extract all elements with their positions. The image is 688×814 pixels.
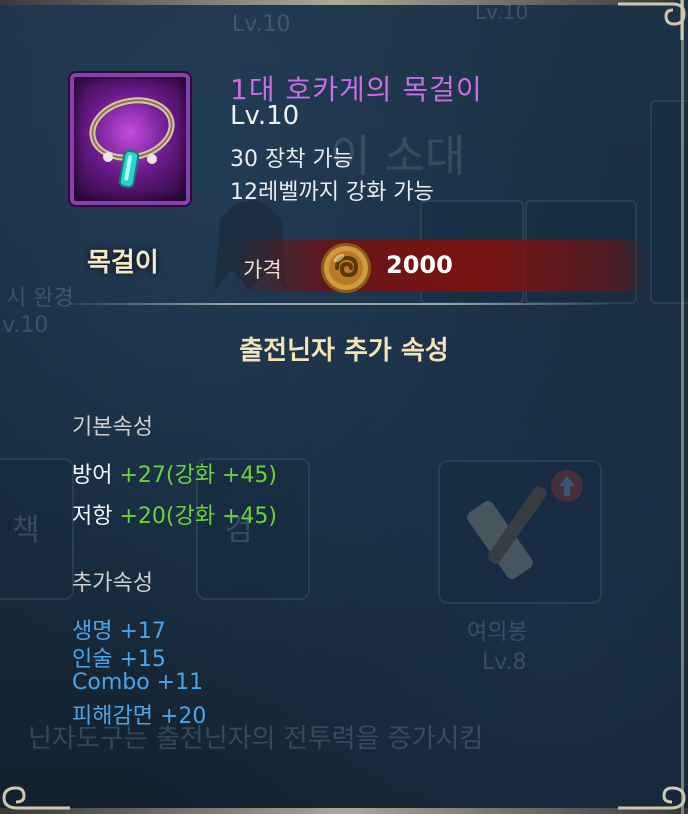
stat-value: +20(강화 +45) — [119, 504, 277, 529]
price-value: 2000 — [386, 251, 453, 279]
frame-corner-bottom-right — [618, 786, 686, 810]
section-title: 출전닌자 추가 속성 — [239, 336, 449, 366]
bg-ghost-item-name: 여의봉 — [467, 620, 528, 645]
item-type: 목걸이 — [87, 248, 159, 278]
necklace-icon — [70, 73, 190, 205]
price-label: 가격 — [243, 258, 282, 282]
extra-attribute-line: 피해감면 +20 — [72, 704, 207, 729]
item-enhance-limit: 12레벨까지 강화 가능 — [230, 180, 434, 205]
bg-ghost-scroll-icon — [467, 470, 583, 580]
bg-ghost-item-level: Lv.8 — [482, 650, 527, 675]
stat-row-defense: 방어 +27(강화 +45) — [72, 457, 277, 489]
item-level: Lv.10 — [230, 101, 300, 131]
extra-attribute-line: Combo +11 — [72, 670, 204, 695]
extra-attribute-line: 인술 +15 — [72, 647, 166, 672]
basic-attributes-title: 기본속성 — [72, 415, 153, 440]
stat-name: 저항 — [72, 504, 113, 529]
bg-ghost-tile-1-label: 책 — [12, 513, 40, 548]
bg-ghost-left-1: 시 완경 — [6, 286, 74, 311]
frame-right — [681, 0, 684, 814]
frame-corner-top-right — [618, 0, 686, 40]
stat-name: 방어 — [72, 463, 113, 488]
item-requirement: 30 장착 가능 — [230, 147, 353, 172]
extra-attributes-title: 추가속성 — [72, 571, 153, 596]
bg-ghost-level-top: Lv.10 — [232, 12, 291, 37]
item-tooltip: Lv.10 Lv.10 이 소대 시 완경 v.10 책 검 여의봉 Lv.8 … — [0, 0, 688, 814]
coin-icon — [321, 243, 371, 293]
frame-corner-bottom-left — [2, 786, 70, 810]
divider — [70, 303, 610, 305]
stat-row-resistance: 저항 +20(강화 +45) — [72, 498, 277, 530]
frame-top — [0, 0, 674, 5]
necklace-icon-graphic — [89, 97, 175, 189]
stat-value: +27(강화 +45) — [119, 463, 277, 488]
frame-bottom — [0, 808, 688, 814]
